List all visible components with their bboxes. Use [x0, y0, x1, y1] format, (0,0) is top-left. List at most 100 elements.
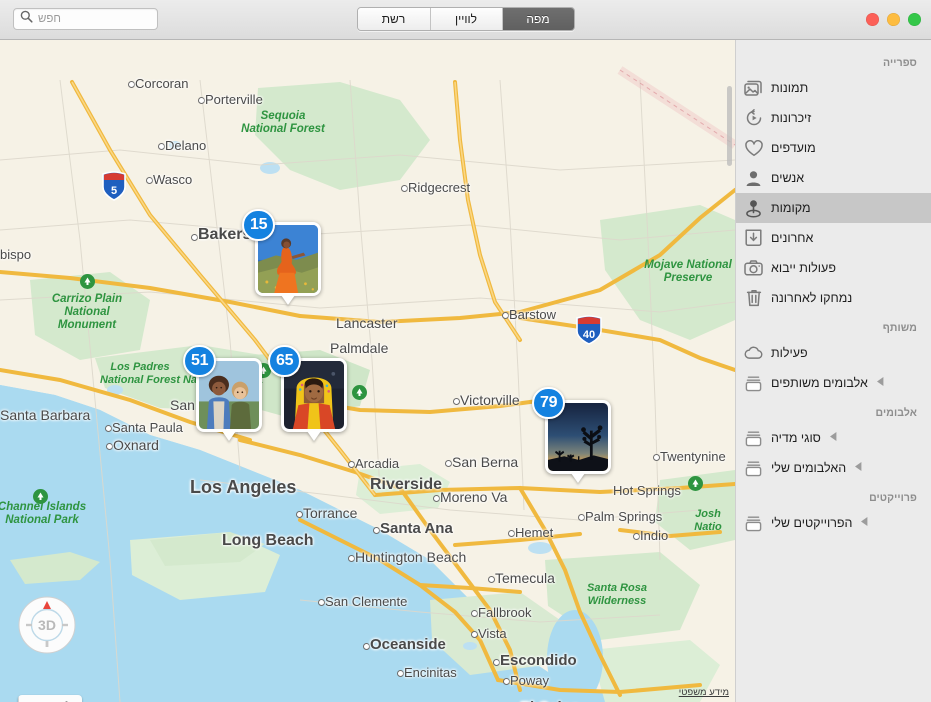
park-label: National Park [5, 514, 79, 526]
sidebar-item-photos-stack[interactable]: תמונות [736, 73, 931, 103]
sidebar-item-trash[interactable]: נמחקו לאחרונה [736, 283, 931, 313]
city-dot [401, 185, 408, 192]
photo-cluster[interactable]: 15 [242, 209, 321, 305]
park-label: National [64, 306, 110, 318]
sidebar-item-label: סוגי מדיה [771, 431, 821, 445]
sidebar-item-camera[interactable]: פעולות ייבוא [736, 253, 931, 283]
park-label: National Forest [241, 123, 325, 135]
park-label: Sequoia [260, 110, 306, 122]
city-label: Victorville [460, 391, 520, 408]
city-label: Delano [165, 137, 207, 153]
map-canvas[interactable]: Sequoia National Forest Carrizo Plain Na… [0, 40, 735, 702]
zoom-out-button[interactable] [18, 695, 50, 702]
city-label: Indio [640, 527, 669, 543]
sidebar-item-album[interactable]: אלבומים משותפים [736, 368, 931, 398]
legal-info-link[interactable]: מידע משפטי [679, 687, 729, 698]
person-icon [744, 170, 763, 187]
city-dot [198, 97, 205, 104]
photo-cluster[interactable]: 79 [532, 387, 611, 483]
city-dot [296, 511, 303, 518]
search-placeholder: חפש [38, 13, 61, 25]
sidebar-item-album[interactable]: הפרוייקטים שלי [736, 508, 931, 538]
cluster-count-badge[interactable]: 51 [183, 345, 217, 377]
city-dot [105, 425, 112, 432]
city-dot [453, 398, 460, 405]
chevron-left-icon[interactable] [860, 514, 869, 532]
search-icon [20, 10, 33, 28]
city-label: Corcoran [135, 75, 189, 91]
sidebar-item-label: פעילות [771, 346, 808, 360]
city-dot [373, 527, 380, 534]
city-dot [653, 454, 660, 461]
album-icon [744, 375, 763, 392]
compass-3d-label: 3D [38, 617, 56, 633]
city-label: Wasco [153, 171, 193, 187]
sidebar-section-header: משותף [882, 322, 917, 334]
city-label: Palmdale [330, 339, 389, 356]
sidebar-item-album[interactable]: סוגי מדיה [736, 423, 931, 453]
photos-stack-icon [744, 80, 763, 97]
sidebar-item-label: מקומות [771, 201, 811, 215]
city-label: San Clemente [325, 593, 408, 609]
city-label: Lancaster [336, 314, 398, 331]
city-label: Torrance [303, 504, 358, 521]
cluster-count-badge[interactable]: 79 [532, 387, 566, 419]
chevron-left-icon[interactable] [876, 374, 885, 392]
city-dot [397, 670, 404, 677]
zoom-button[interactable] [908, 13, 921, 26]
segment-grid[interactable]: רשת [357, 8, 430, 30]
park-label: Preserve [663, 272, 713, 284]
map-zoom-controls[interactable] [18, 695, 82, 702]
city-dot [508, 530, 515, 537]
city-label: Palm Springs [585, 508, 663, 524]
sidebar-section-header: ספרייה [883, 57, 917, 69]
sidebar-item-heart[interactable]: מועדפים [736, 133, 931, 163]
park-label: National Forest [99, 374, 181, 386]
close-button[interactable] [866, 13, 879, 26]
city-label: Moreno Va [440, 488, 508, 505]
sidebar-item-label: אלבומים משותפים [771, 376, 868, 390]
camera-icon [744, 260, 763, 276]
city-dot [502, 312, 509, 319]
map-view-segmented-control[interactable]: מפה לוויין רשת [356, 7, 575, 31]
sidebar-item-cloud[interactable]: פעילות [736, 338, 931, 368]
sidebar-item-label: האלבומים שלי [771, 461, 847, 475]
album-icon [744, 430, 763, 447]
segment-map[interactable]: מפה [501, 8, 574, 30]
sidebar-item-album[interactable]: האלבומים שלי [736, 453, 931, 483]
sidebar-item-label: הפרוייקטים שלי [771, 516, 853, 530]
photo-cluster[interactable]: 65 [268, 345, 347, 441]
cluster-count-badge[interactable]: 65 [268, 345, 302, 377]
minimize-button[interactable] [887, 13, 900, 26]
sidebar[interactable]: ספרייה תמונות זיכרונות מועדפים אנשים מקומות אח… [735, 40, 931, 702]
cluster-pointer [222, 431, 236, 441]
import-icon [744, 229, 763, 247]
highway-shield: 5 [101, 171, 127, 201]
sidebar-item-import[interactable]: אחרונים [736, 223, 931, 253]
city-dot [445, 460, 452, 467]
city-label: Poway [510, 672, 550, 688]
park-marker-icon [688, 476, 703, 491]
city-label: Temecula [495, 569, 555, 586]
chevron-left-icon[interactable] [829, 429, 838, 447]
city-dot [471, 610, 478, 617]
city-dot [191, 234, 198, 241]
sidebar-item-label: אנשים [771, 171, 805, 185]
city-label: Long Beach [222, 532, 314, 550]
city-dot [493, 659, 500, 666]
map-3d-compass-control[interactable]: 3D [18, 596, 76, 654]
sidebar-item-map-pin[interactable]: מקומות [736, 193, 931, 223]
cluster-count-badge[interactable]: 15 [242, 209, 276, 241]
svg-text:5: 5 [111, 185, 117, 197]
chevron-left-icon[interactable] [854, 459, 863, 477]
city-label: Porterville [205, 91, 263, 107]
zoom-in-button[interactable] [50, 695, 82, 702]
map-vertical-scrollbar[interactable] [727, 86, 732, 166]
sidebar-item-memories[interactable]: זיכרונות [736, 103, 931, 133]
search-input[interactable]: חפש [13, 8, 158, 30]
photo-cluster[interactable]: 51 [183, 345, 262, 441]
sidebar-section-header: אלבומים [875, 407, 917, 419]
sidebar-item-person[interactable]: אנשים [736, 163, 931, 193]
city-dot [348, 555, 355, 562]
segment-satellite[interactable]: לוויין [429, 8, 502, 30]
